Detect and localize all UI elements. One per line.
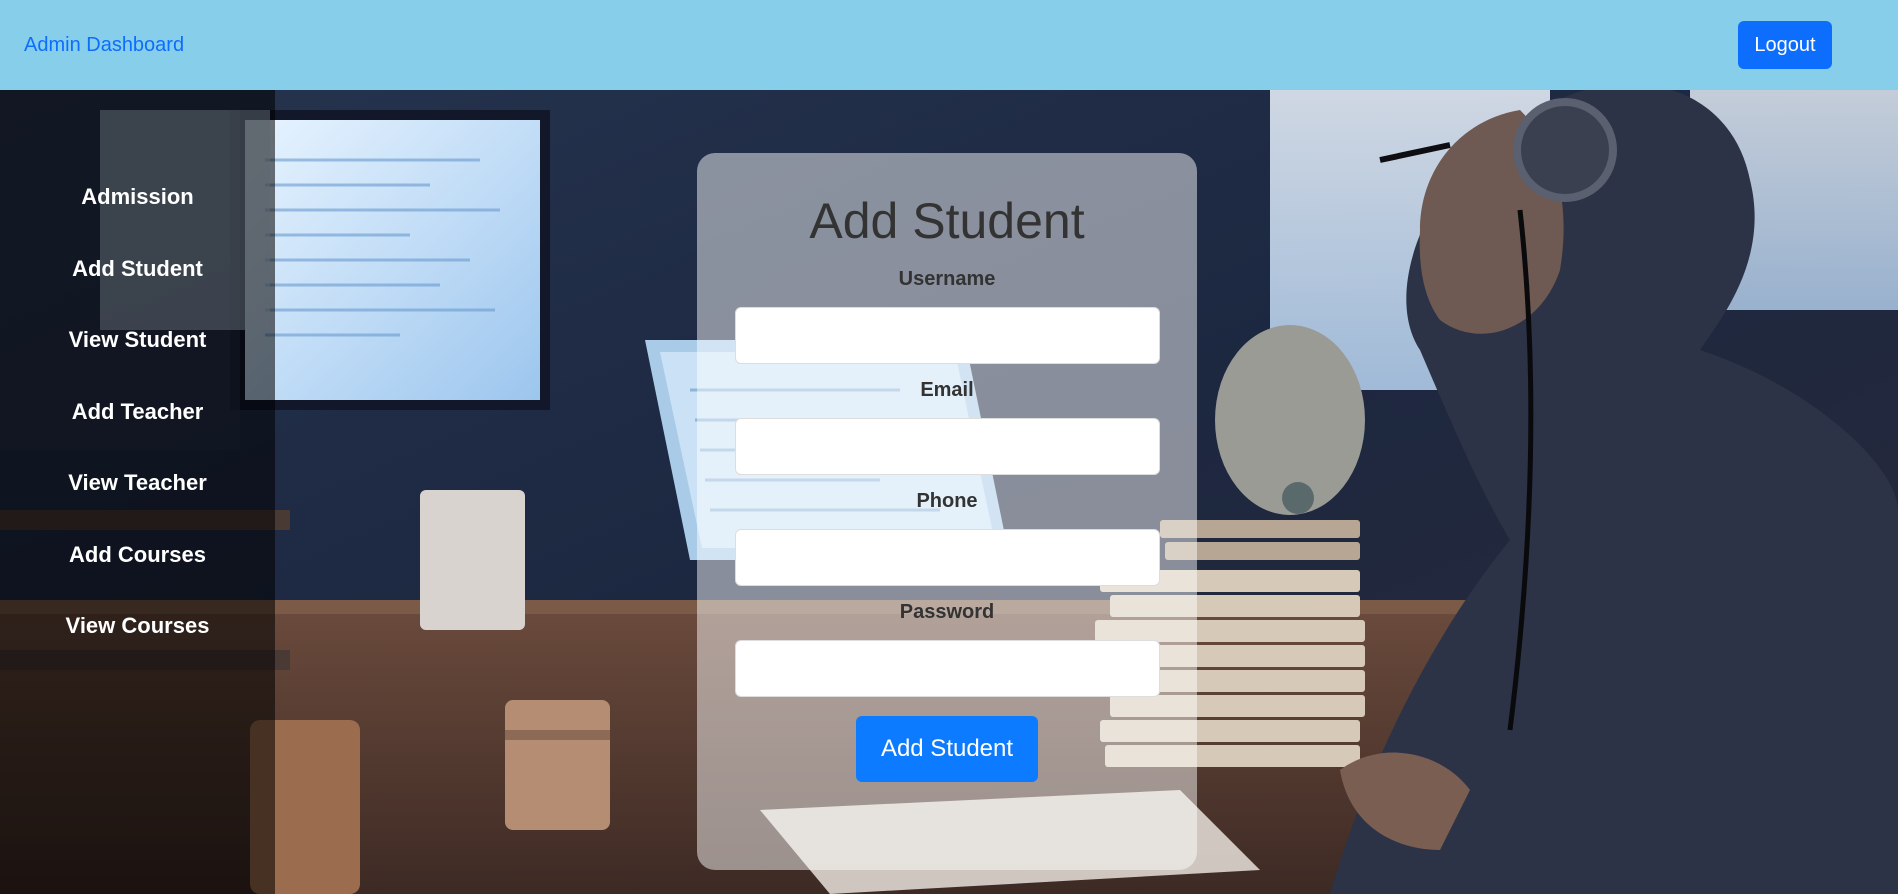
brand-link[interactable]: Admin Dashboard [24,34,184,57]
sidebar-item-add-teacher[interactable]: Add Teacher [0,399,275,472]
username-input[interactable] [734,307,1160,364]
sidebar-item-add-courses[interactable]: Add Courses [0,542,275,615]
top-navbar: Admin Dashboard Logout [0,0,1898,90]
sidebar-item-add-student[interactable]: Add Student [0,256,275,329]
sidebar-item-view-teacher[interactable]: View Teacher [0,471,275,543]
sidebar-item-admission[interactable]: Admission [0,185,275,257]
add-student-submit-button[interactable]: Add Student [856,716,1038,782]
email-input[interactable] [734,418,1160,475]
phone-input[interactable] [734,529,1160,586]
password-label: Password [899,601,995,623]
password-input[interactable] [734,640,1160,697]
form-title: Add Student [809,193,1085,249]
logout-button[interactable]: Logout [1738,21,1832,69]
sidebar-item-view-courses[interactable]: View Courses [0,614,275,686]
phone-label: Phone [916,490,978,512]
email-label: Email [920,379,974,401]
sidebar-item-view-student[interactable]: View Student [0,328,275,400]
sidebar: Admission Add Student View Student Add T… [0,90,275,894]
add-student-form-card: Add Student Username Email Phone Passwor… [697,153,1197,870]
username-label: Username [898,268,996,290]
